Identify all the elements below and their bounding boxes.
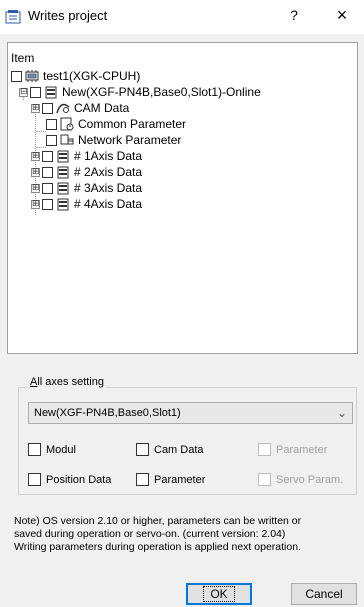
- writes-project-dialog: Writes project ? × Item test1(XGK-CPUH) …: [0, 0, 364, 607]
- window-title: Writes project: [28, 8, 108, 23]
- checkbox-label: Servo Param.: [276, 473, 344, 486]
- close-button[interactable]: ×: [330, 5, 354, 26]
- tree-item-label: Network Parameter: [78, 133, 182, 147]
- tree-item-label: # 3Axis Data: [74, 181, 143, 195]
- tree-item-label: # 2Axis Data: [74, 165, 143, 179]
- checkbox-label: Parameter: [276, 443, 328, 456]
- common-parameter-checkbox[interactable]: [46, 118, 57, 130]
- note-line: Note) OS version 2.10 or higher, paramet…: [14, 515, 302, 527]
- collapse-icon[interactable]: ⊟: [19, 87, 28, 97]
- checkbox-label: Parameter: [154, 473, 206, 486]
- cam-data-checkbox[interactable]: [42, 102, 53, 114]
- network-parameter-icon: [60, 134, 74, 145]
- os-version-note: Note) OS version 2.10 or higher, paramet…: [14, 515, 358, 554]
- module-checkbox[interactable]: [30, 86, 41, 98]
- chevron-down-icon: ⌄: [336, 406, 347, 420]
- module-icon: [45, 86, 57, 99]
- axis-2-checkbox[interactable]: [42, 166, 53, 178]
- axis-data-icon: [57, 150, 69, 163]
- expand-icon[interactable]: ⊞: [31, 199, 40, 209]
- expand-icon[interactable]: ⊞: [31, 167, 40, 177]
- tree-item-label: New(XGF-PN4B,Base0,Slot1)-Online: [62, 85, 261, 99]
- checkbox-box[interactable]: [136, 443, 149, 456]
- axis-4-checkbox[interactable]: [42, 198, 53, 210]
- tree-item-module[interactable]: ⊟ New(XGF-PN4B,Base0,Slot1)-Online: [19, 84, 261, 100]
- all-axes-setting-legend: All axes setting: [28, 376, 106, 388]
- servo-param-checkbox: Servo Param.: [258, 473, 343, 486]
- tree-item-label: Common Parameter: [78, 117, 187, 131]
- cam-data-setting-checkbox[interactable]: Cam Data: [136, 443, 204, 456]
- axis-data-icon: [57, 198, 69, 211]
- tree-item-axis-1[interactable]: ⊞ # 1Axis Data: [31, 148, 142, 164]
- axis-3-checkbox[interactable]: [42, 182, 53, 194]
- checkbox-box[interactable]: [136, 473, 149, 486]
- axis-data-icon: [57, 182, 69, 195]
- axis-1-checkbox[interactable]: [42, 150, 53, 162]
- checkbox-label: Modul: [46, 443, 76, 456]
- tree-item-axis-2[interactable]: ⊞ # 2Axis Data: [31, 164, 142, 180]
- network-parameter-checkbox[interactable]: [46, 134, 57, 146]
- modul-checkbox[interactable]: Modul: [28, 443, 76, 456]
- module-select[interactable]: New(XGF-PN4B,Base0,Slot1) ⌄: [28, 402, 353, 424]
- checkbox-label: Cam Data: [154, 443, 204, 456]
- tree-item-root[interactable]: test1(XGK-CPUH): [11, 68, 140, 84]
- tree-item-axis-4[interactable]: ⊞ # 4Axis Data: [31, 196, 142, 212]
- tree-item-label: # 4Axis Data: [74, 197, 143, 211]
- tree-connector: [36, 131, 46, 132]
- expand-icon[interactable]: ⊞: [31, 151, 40, 161]
- note-line: saved during operation or servo-on. (cur…: [14, 528, 286, 540]
- parameter-disabled-checkbox: Parameter: [258, 443, 327, 456]
- note-line: Writing parameters during operation is a…: [14, 541, 301, 553]
- cam-data-icon: [56, 103, 70, 114]
- checkbox-box[interactable]: [28, 443, 41, 456]
- tree-item-cam-data[interactable]: ⊞ CAM Data: [31, 100, 129, 116]
- tree-item-label: test1(XGK-CPUH): [43, 69, 141, 83]
- checkbox-box: [258, 443, 271, 456]
- tree-item-label: CAM Data: [74, 101, 130, 115]
- parameter-checkbox[interactable]: Parameter: [136, 473, 205, 486]
- cancel-button-label: Cancel: [305, 587, 343, 601]
- tree-column-header: Item: [11, 51, 35, 65]
- expand-icon[interactable]: ⊞: [31, 103, 40, 113]
- tree-item-label: # 1Axis Data: [74, 149, 143, 163]
- app-icon: [5, 10, 21, 24]
- plc-cpu-icon: [25, 70, 39, 82]
- project-tree[interactable]: Item test1(XGK-CPUH) ⊟ New(XGF-PN4B,Base…: [7, 42, 358, 354]
- title-bar: Writes project ? ×: [0, 0, 364, 34]
- expand-icon[interactable]: ⊞: [31, 183, 40, 193]
- module-select-value: New(XGF-PN4B,Base0,Slot1): [34, 407, 181, 419]
- checkbox-box[interactable]: [28, 473, 41, 486]
- position-data-checkbox[interactable]: Position Data: [28, 473, 111, 486]
- ok-button-label: OK: [203, 586, 235, 602]
- axis-data-icon: [57, 166, 69, 179]
- common-parameter-icon: [60, 117, 74, 131]
- cancel-button[interactable]: Cancel: [291, 583, 357, 605]
- ok-button[interactable]: OK: [186, 583, 252, 605]
- help-button[interactable]: ?: [284, 7, 304, 23]
- root-checkbox[interactable]: [11, 70, 22, 82]
- tree-item-network-parameter[interactable]: Network Parameter: [46, 132, 181, 148]
- checkbox-box: [258, 473, 271, 486]
- checkbox-label: Position Data: [46, 473, 112, 486]
- tree-item-common-parameter[interactable]: Common Parameter: [46, 116, 186, 132]
- tree-item-axis-3[interactable]: ⊞ # 3Axis Data: [31, 180, 142, 196]
